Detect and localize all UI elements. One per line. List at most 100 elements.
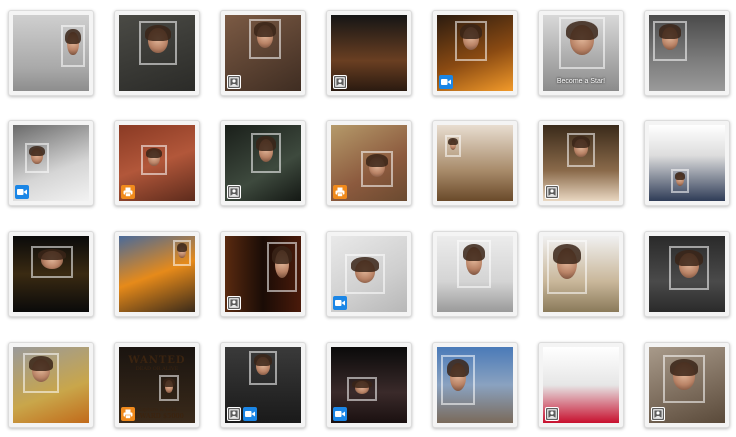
portrait-frame: [445, 135, 461, 157]
printer-icon: [121, 407, 135, 421]
portrait-frame: [663, 355, 705, 403]
effect-thumbnail[interactable]: [8, 120, 94, 206]
thumbnail-image: [225, 236, 301, 312]
effect-thumbnail[interactable]: [220, 10, 306, 96]
thumbnail-image: [437, 347, 513, 423]
portrait-frame: [251, 133, 281, 173]
video-camera-icon: [15, 185, 29, 199]
photo-frame-icon: [651, 407, 665, 421]
portrait-frame: [61, 25, 85, 67]
effect-thumbnail[interactable]: [432, 231, 518, 317]
portrait-frame: [441, 355, 475, 405]
effect-thumbnail[interactable]: [220, 342, 306, 428]
thumbnail-image: [331, 125, 407, 201]
portrait-frame: [671, 169, 689, 193]
thumbnail-image: [649, 236, 725, 312]
thumbnail-image: [543, 236, 619, 312]
video-camera-icon: [333, 296, 347, 310]
effect-thumbnail[interactable]: [538, 231, 624, 317]
portrait-frame: [347, 377, 377, 401]
effect-thumbnail[interactable]: [432, 120, 518, 206]
portrait-frame: [25, 143, 49, 173]
thumbnail-image: [331, 236, 407, 312]
thumbnail-image: [13, 236, 89, 312]
effect-thumbnail[interactable]: [538, 342, 624, 428]
photo-frame-icon: [227, 407, 241, 421]
effect-thumbnail[interactable]: [8, 10, 94, 96]
thumbnail-image: [225, 125, 301, 201]
portrait-frame: [159, 375, 179, 401]
wanted-poster-line2: DEAD OR ALIVE: [135, 366, 179, 372]
photo-frame-icon: [227, 296, 241, 310]
effect-thumbnail[interactable]: WANTED DEAD OR ALIVE Capture & hold REWARD …: [114, 342, 200, 428]
thumbnail-image: [225, 347, 301, 423]
photo-frame-icon: [545, 185, 559, 199]
effect-thumbnail[interactable]: [114, 120, 200, 206]
photo-frame-icon: [545, 407, 559, 421]
portrait-frame: [361, 151, 393, 187]
effect-thumbnail[interactable]: [114, 231, 200, 317]
portrait-frame: [23, 353, 59, 393]
portrait-frame: [173, 240, 191, 266]
thumbnail-caption: Become a Star!: [556, 78, 606, 85]
effect-thumbnail[interactable]: [644, 120, 730, 206]
portrait-frame: [267, 242, 297, 292]
photo-frame-icon: [227, 75, 241, 89]
effect-thumbnail[interactable]: [114, 10, 200, 96]
effect-thumbnail[interactable]: [432, 342, 518, 428]
effect-thumbnail[interactable]: [326, 10, 412, 96]
thumbnail-image: [119, 236, 195, 312]
wanted-poster-text: WANTED DEAD OR ALIVE Capture & hold REWARD …: [119, 355, 195, 420]
portrait-frame: [345, 254, 385, 294]
portrait-frame: [249, 19, 281, 59]
thumbnail-image: [437, 15, 513, 91]
thumbnail-image: [649, 15, 725, 91]
effect-thumbnail[interactable]: [644, 10, 730, 96]
portrait-frame: [457, 240, 491, 288]
thumbnail-image: [543, 125, 619, 201]
printer-icon: [333, 185, 347, 199]
video-camera-icon: [333, 407, 347, 421]
portrait-frame: [141, 145, 167, 175]
thumbnail-image: [119, 125, 195, 201]
thumbnail-image: [13, 347, 89, 423]
thumbnail-image: [331, 347, 407, 423]
effect-thumbnail[interactable]: [8, 231, 94, 317]
effect-thumbnail[interactable]: [644, 231, 730, 317]
portrait-frame: [249, 351, 277, 385]
thumbnail-image: Become a Star!: [543, 15, 619, 91]
effect-thumbnail[interactable]: [220, 231, 306, 317]
effect-thumbnail[interactable]: [538, 120, 624, 206]
thumbnail-image: [649, 347, 725, 423]
photo-frame-icon: [333, 75, 347, 89]
photo-frame-icon: [227, 185, 241, 199]
thumbnail-image: WANTED DEAD OR ALIVE Capture & hold REWARD …: [119, 347, 195, 423]
effect-thumbnail[interactable]: [220, 120, 306, 206]
thumbnail-image: [225, 15, 301, 91]
wanted-poster-line1: WANTED: [128, 355, 186, 366]
portrait-frame: [455, 21, 487, 61]
video-camera-icon: [439, 75, 453, 89]
effect-thumbnail[interactable]: [326, 120, 412, 206]
photo-effects-gallery: Become a Star! WANTED DEAD OR ALIVE Capture…: [0, 0, 736, 437]
video-camera-icon: [243, 407, 257, 421]
portrait-frame: [653, 21, 687, 61]
thumbnail-image: [13, 125, 89, 201]
thumbnail-image: [649, 125, 725, 201]
effect-thumbnail[interactable]: [432, 10, 518, 96]
effect-thumbnail[interactable]: Become a Star!: [538, 10, 624, 96]
portrait-frame: [669, 246, 709, 290]
thumbnail-image: [331, 15, 407, 91]
thumbnail-image: [13, 15, 89, 91]
effect-thumbnail[interactable]: [644, 342, 730, 428]
effect-thumbnail[interactable]: [326, 342, 412, 428]
portrait-frame: [547, 240, 587, 294]
effect-thumbnail[interactable]: [326, 231, 412, 317]
portrait-frame: [559, 17, 605, 69]
thumbnail-image: [543, 347, 619, 423]
effect-thumbnail[interactable]: [8, 342, 94, 428]
thumbnail-image: [119, 15, 195, 91]
printer-icon: [121, 185, 135, 199]
thumbnail-image: [437, 236, 513, 312]
portrait-frame: [139, 21, 177, 65]
